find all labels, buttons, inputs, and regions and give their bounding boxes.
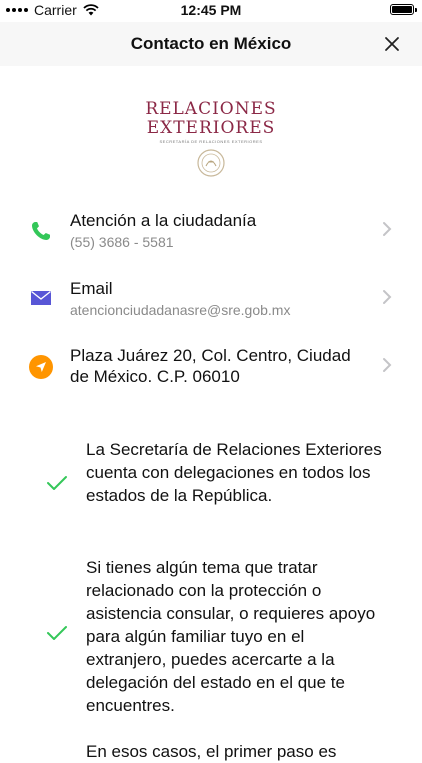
chevron-right-icon bbox=[383, 222, 392, 236]
navigation-bar: Contacto en México bbox=[0, 22, 422, 66]
status-bar: Carrier 12:45 PM bbox=[0, 0, 422, 22]
page-title: Contacto en México bbox=[130, 34, 292, 53]
chevron-right-icon bbox=[383, 290, 392, 304]
logo-subtitle: SECRETARÍA DE RELACIONES EXTERIORES bbox=[159, 139, 263, 144]
close-icon[interactable] bbox=[382, 34, 402, 54]
contact-subtitle: (55) 3686 - 5581 bbox=[70, 234, 174, 250]
logo-title-line2: EXTERIORES bbox=[146, 118, 276, 138]
contact-row-email[interactable]: Email atencionciudadanasre@sre.gob.mx bbox=[0, 273, 422, 333]
battery-icon bbox=[390, 4, 417, 15]
status-time: 12:45 PM bbox=[180, 2, 242, 18]
phone-icon bbox=[32, 222, 50, 240]
chevron-right-icon bbox=[383, 358, 392, 372]
contact-title: Plaza Juárez 20, Col. Centro, Ciudad de … bbox=[70, 346, 351, 386]
envelope-icon bbox=[31, 290, 51, 305]
contact-title: Atención a la ciudadanía bbox=[70, 211, 257, 230]
contact-subtitle: atencionciudadanasre@sre.gob.mx bbox=[70, 302, 291, 318]
checkmark-icon bbox=[47, 626, 67, 640]
coat-of-arms-icon bbox=[197, 149, 225, 177]
logo-title-line1: RELACIONES bbox=[145, 99, 277, 119]
info-text: En esos casos, el primer paso es bbox=[86, 742, 337, 761]
contact-row-phone[interactable]: Atención a la ciudadanía (55) 3686 - 558… bbox=[0, 205, 422, 265]
contact-title: Email bbox=[70, 279, 113, 298]
checkmark-icon bbox=[47, 476, 67, 490]
location-arrow-icon bbox=[29, 355, 53, 379]
info-text: Si tienes algún tema que tratar relacion… bbox=[86, 558, 376, 715]
sre-logo: RELACIONES EXTERIORES SECRETARÍA DE RELA… bbox=[0, 100, 422, 183]
contact-row-address[interactable]: Plaza Juárez 20, Col. Centro, Ciudad de … bbox=[0, 341, 422, 401]
info-text: La Secretaría de Relaciones Exteriores c… bbox=[86, 440, 382, 505]
